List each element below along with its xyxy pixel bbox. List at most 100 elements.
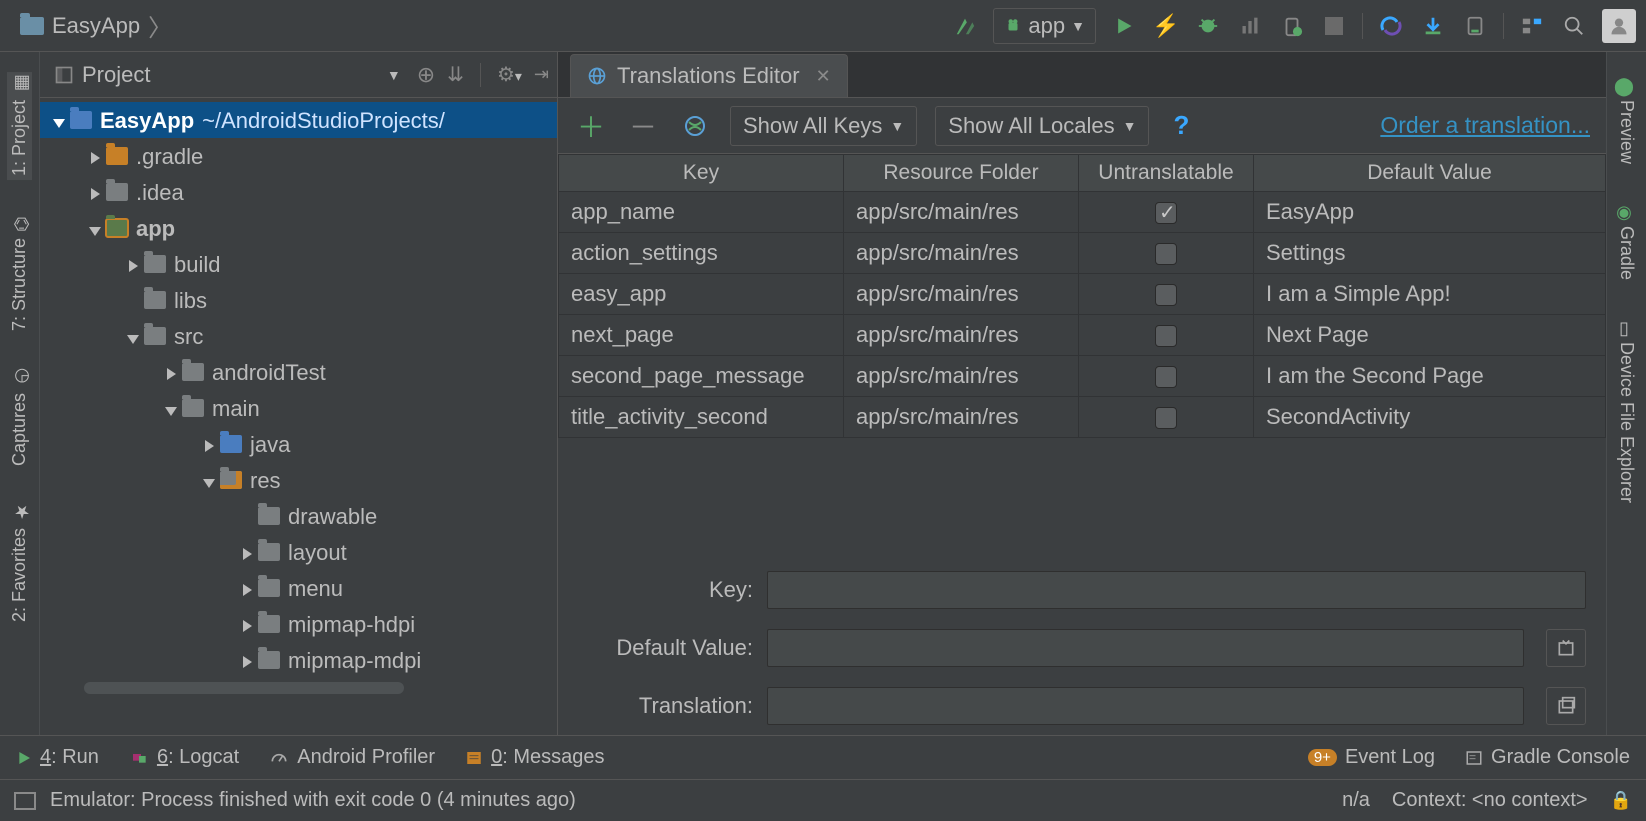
tree-node-app[interactable]: app: [40, 210, 557, 246]
col-folder[interactable]: Resource Folder: [844, 155, 1079, 192]
cell-key[interactable]: next_page: [559, 315, 844, 356]
cell-untranslatable[interactable]: [1079, 274, 1254, 315]
cell-key[interactable]: second_page_message: [559, 356, 844, 397]
project-structure-button[interactable]: [1512, 6, 1552, 46]
tree-node-res[interactable]: res: [40, 462, 557, 498]
col-default[interactable]: Default Value: [1254, 155, 1606, 192]
checkbox[interactable]: [1155, 366, 1177, 388]
tree-node-libs[interactable]: ·libs: [40, 282, 557, 318]
cell-folder[interactable]: app/src/main/res: [844, 356, 1079, 397]
project-tree[interactable]: EasyApp ~/AndroidStudioProjects/ .gradle…: [40, 98, 557, 735]
keys-filter-dropdown[interactable]: Show All Keys▼: [730, 106, 917, 146]
hide-icon[interactable]: ⇥: [534, 64, 549, 85]
project-view-selector[interactable]: Project ▼: [54, 62, 407, 88]
col-untranslatable[interactable]: Untranslatable: [1079, 155, 1254, 192]
tool-logcat[interactable]: 6: Logcat: [129, 746, 239, 769]
tool-messages[interactable]: 0: Messages: [465, 746, 604, 769]
tree-node-layout[interactable]: layout: [40, 534, 557, 570]
cell-default[interactable]: SecondActivity: [1254, 397, 1606, 438]
tool-structure[interactable]: 7: Structure⌬: [7, 210, 32, 335]
cell-default[interactable]: EasyApp: [1254, 192, 1606, 233]
cell-default[interactable]: Next Page: [1254, 315, 1606, 356]
cell-key[interactable]: title_activity_second: [559, 397, 844, 438]
cell-default[interactable]: I am the Second Page: [1254, 356, 1606, 397]
tool-device-file-explorer[interactable]: ▯Device File Explorer: [1614, 314, 1639, 507]
tool-gradle[interactable]: ◉Gradle: [1614, 198, 1639, 284]
table-row[interactable]: action_settingsapp/src/main/resSettings: [559, 233, 1606, 274]
tool-project[interactable]: 1: Project▦: [7, 72, 32, 180]
order-translation-link[interactable]: Order a translation...: [1380, 112, 1590, 139]
tool-favorites[interactable]: 2: Favorites★: [7, 500, 32, 626]
tool-gradle-console[interactable]: Gradle Console: [1465, 746, 1630, 769]
table-row[interactable]: app_nameapp/src/main/res EasyApp: [559, 192, 1606, 233]
add-locale-button[interactable]: [678, 109, 712, 143]
tool-preview[interactable]: ⬤Preview: [1614, 72, 1639, 168]
cell-key[interactable]: easy_app: [559, 274, 844, 315]
cell-untranslatable[interactable]: [1079, 356, 1254, 397]
collapse-all-icon[interactable]: ⇊: [447, 62, 464, 87]
checkbox[interactable]: [1155, 325, 1177, 347]
tool-android-profiler[interactable]: Android Profiler: [269, 746, 435, 769]
cell-folder[interactable]: app/src/main/res: [844, 274, 1079, 315]
checkbox[interactable]: [1155, 202, 1177, 224]
cell-key[interactable]: app_name: [559, 192, 844, 233]
user-avatar[interactable]: [1602, 9, 1636, 43]
tab-translations-editor[interactable]: Translations Editor ✕: [570, 54, 848, 97]
sync-button[interactable]: [1371, 6, 1411, 46]
browse-translation-button[interactable]: [1546, 687, 1586, 725]
cell-untranslatable[interactable]: [1079, 233, 1254, 274]
tree-node-menu[interactable]: menu: [40, 570, 557, 606]
attach-debugger-button[interactable]: [1272, 6, 1312, 46]
search-everywhere-button[interactable]: [1554, 6, 1594, 46]
cell-folder[interactable]: app/src/main/res: [844, 397, 1079, 438]
cell-default[interactable]: I am a Simple App!: [1254, 274, 1606, 315]
table-row[interactable]: title_activity_secondapp/src/main/res Sec…: [559, 397, 1606, 438]
cell-untranslatable[interactable]: [1079, 397, 1254, 438]
tool-window-toggle-icon[interactable]: [14, 792, 36, 810]
tool-event-log[interactable]: 9+Event Log: [1308, 746, 1435, 769]
table-row[interactable]: next_pageapp/src/main/res Next Page: [559, 315, 1606, 356]
locales-filter-dropdown[interactable]: Show All Locales▼: [935, 106, 1149, 146]
cell-key[interactable]: action_settings: [559, 233, 844, 274]
apply-changes-button[interactable]: ⚡: [1146, 6, 1186, 46]
checkbox[interactable]: [1155, 284, 1177, 306]
tree-node-java[interactable]: java: [40, 426, 557, 462]
cell-folder[interactable]: app/src/main/res: [844, 192, 1079, 233]
tree-node-androidtest[interactable]: androidTest: [40, 354, 557, 390]
horizontal-scrollbar[interactable]: [84, 682, 404, 694]
help-icon[interactable]: ?: [1173, 110, 1189, 141]
tree-node-build[interactable]: build: [40, 246, 557, 282]
debug-button[interactable]: [1188, 6, 1228, 46]
tool-captures[interactable]: Captures◴: [7, 365, 32, 470]
cell-folder[interactable]: app/src/main/res: [844, 315, 1079, 356]
tree-node-src[interactable]: src: [40, 318, 557, 354]
tree-root[interactable]: EasyApp ~/AndroidStudioProjects/: [40, 102, 557, 138]
run-configuration-selector[interactable]: app ▼: [993, 8, 1096, 44]
checkbox[interactable]: [1155, 407, 1177, 429]
tree-node-idea[interactable]: .idea: [40, 174, 557, 210]
avd-manager-button[interactable]: [1413, 6, 1453, 46]
run-button[interactable]: [1104, 6, 1144, 46]
add-key-button[interactable]: ＋: [574, 109, 608, 143]
table-row[interactable]: easy_appapp/src/main/res I am a Simple Ap…: [559, 274, 1606, 315]
tree-node-mipmap-hdpi[interactable]: mipmap-hdpi: [40, 606, 557, 642]
browse-default-button[interactable]: [1546, 629, 1586, 667]
tree-node-main[interactable]: main: [40, 390, 557, 426]
remove-key-button[interactable]: －: [626, 109, 660, 143]
tree-node-drawable[interactable]: ·drawable: [40, 498, 557, 534]
make-project-button[interactable]: [945, 6, 985, 46]
close-icon[interactable]: ✕: [816, 66, 831, 87]
cell-untranslatable[interactable]: [1079, 315, 1254, 356]
locate-icon[interactable]: ⊕: [417, 62, 435, 88]
cell-untranslatable[interactable]: [1079, 192, 1254, 233]
lock-icon[interactable]: 🔒: [1610, 790, 1632, 811]
translation-field[interactable]: [767, 687, 1524, 725]
status-context[interactable]: Context: <no context>: [1392, 789, 1588, 812]
key-field[interactable]: [767, 571, 1586, 609]
cell-default[interactable]: Settings: [1254, 233, 1606, 274]
tool-run[interactable]: 4: Run: [16, 746, 99, 769]
tree-node-mipmap-mdpi[interactable]: mipmap-mdpi: [40, 642, 557, 678]
col-key[interactable]: Key: [559, 155, 844, 192]
sdk-manager-button[interactable]: [1455, 6, 1495, 46]
tree-node-gradle[interactable]: .gradle: [40, 138, 557, 174]
